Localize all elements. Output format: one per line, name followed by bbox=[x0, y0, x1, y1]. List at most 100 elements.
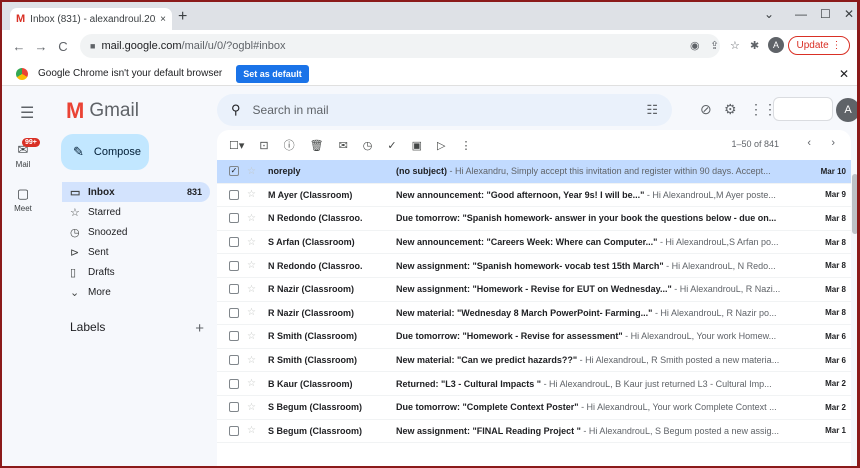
row-checkbox[interactable] bbox=[229, 425, 239, 436]
row-checkbox[interactable] bbox=[229, 355, 239, 366]
eye-icon[interactable]: ◉ bbox=[690, 39, 700, 52]
email-row[interactable]: ☆ S Arfan (Classroom) New announcement: "C… bbox=[217, 231, 851, 255]
search-options-icon[interactable]: ☷ bbox=[646, 102, 658, 118]
share-icon[interactable]: ⇪ bbox=[710, 39, 719, 52]
scrollbar[interactable] bbox=[852, 174, 857, 234]
star-icon[interactable]: ☆ bbox=[247, 425, 261, 436]
email-row[interactable]: ☆ R Smith (Classroom) New material: "Can w… bbox=[217, 349, 851, 373]
back-icon[interactable]: ← bbox=[8, 39, 30, 54]
tab-close-icon[interactable]: × bbox=[160, 14, 166, 25]
row-checkbox[interactable]: ✓ bbox=[229, 166, 239, 177]
rail-meet[interactable]: ▢ Meet bbox=[2, 186, 44, 213]
main-menu-icon[interactable]: ☰ bbox=[20, 103, 34, 123]
nav-more[interactable]: ⌄ More bbox=[62, 282, 210, 302]
email-preview: - Hi AlexandrouL, R Nazi... bbox=[671, 284, 781, 295]
row-checkbox[interactable] bbox=[229, 378, 239, 389]
row-checkbox[interactable] bbox=[229, 307, 239, 318]
star-icon[interactable]: ☆ bbox=[247, 260, 261, 271]
minimize-button[interactable]: — bbox=[795, 7, 807, 21]
star-icon[interactable]: ☆ bbox=[247, 237, 261, 248]
more-options-icon[interactable]: ⋮ bbox=[461, 139, 472, 152]
row-checkbox[interactable] bbox=[229, 189, 239, 200]
help-icon[interactable]: ⊘ bbox=[700, 101, 712, 118]
row-checkbox[interactable] bbox=[229, 284, 239, 295]
set-as-default-button[interactable]: Set as default bbox=[236, 64, 309, 83]
nav-drafts[interactable]: ▯ Drafts bbox=[62, 262, 210, 282]
row-checkbox[interactable] bbox=[229, 237, 239, 248]
star-icon[interactable]: ☆ bbox=[247, 378, 261, 389]
snooze-icon[interactable]: ◷ bbox=[363, 139, 373, 152]
search-bar[interactable]: ⚲ Search in mail ☷ bbox=[217, 94, 672, 126]
email-row[interactable]: ☆ B Kaur (Classroom) Returned: "L3 - Cultu… bbox=[217, 372, 851, 396]
label-icon[interactable]: ▷ bbox=[437, 139, 445, 152]
next-page-icon[interactable]: › bbox=[831, 137, 835, 149]
send-icon: ⊳ bbox=[70, 246, 80, 259]
select-all-checkbox-icon[interactable]: ☐▾ bbox=[229, 139, 244, 152]
star-icon[interactable]: ☆ bbox=[247, 402, 261, 413]
tab-search-icon[interactable]: ⌄ bbox=[764, 7, 774, 21]
infobar-close-icon[interactable]: ✕ bbox=[839, 67, 849, 81]
maximize-button[interactable]: ☐ bbox=[820, 7, 831, 21]
star-icon[interactable]: ☆ bbox=[247, 189, 261, 200]
email-row[interactable]: ☆ N Redondo (Classroo. New assignment: "Sp… bbox=[217, 254, 851, 278]
report-spam-icon[interactable]: ⓘ bbox=[284, 137, 295, 153]
add-label-button[interactable]: + bbox=[195, 320, 204, 337]
delete-icon[interactable]: 🗑 bbox=[310, 139, 324, 152]
gmail-logo[interactable]: M Gmail bbox=[66, 98, 139, 124]
reload-icon[interactable]: C bbox=[52, 39, 74, 54]
email-row[interactable]: ✓ ☆ noreply (no subject) - Hi Alexandru, Si… bbox=[217, 160, 851, 184]
star-icon[interactable]: ☆ bbox=[247, 166, 261, 177]
email-snippet: Due tomorrow: "Homework - Revise for ass… bbox=[396, 331, 800, 341]
chrome-icon bbox=[16, 67, 28, 80]
compose-label: Compose bbox=[93, 146, 141, 158]
email-row[interactable]: ☆ R Nazir (Classroom) New assignment: "Hom… bbox=[217, 278, 851, 302]
close-window-button[interactable]: ✕ bbox=[844, 7, 854, 21]
row-checkbox[interactable] bbox=[229, 213, 239, 224]
row-checkbox[interactable] bbox=[229, 402, 239, 413]
account-avatar[interactable]: A bbox=[836, 98, 857, 122]
email-row[interactable]: ☆ M Ayer (Classroom) New announcement: "Go… bbox=[217, 184, 851, 208]
search-input[interactable]: Search in mail bbox=[253, 103, 647, 117]
email-subject: New announcement: "Good afternoon, Year … bbox=[396, 189, 645, 200]
star-icon[interactable]: ☆ bbox=[247, 284, 261, 295]
extensions-icon[interactable]: ✱ bbox=[750, 39, 759, 52]
star-icon[interactable]: ☆ bbox=[247, 213, 261, 224]
pagination-text: 1–50 of 841 bbox=[731, 139, 779, 149]
move-to-icon[interactable]: ▣ bbox=[412, 139, 422, 152]
star-icon[interactable]: ☆ bbox=[247, 331, 261, 342]
forward-icon[interactable]: → bbox=[30, 39, 52, 54]
prev-page-icon[interactable]: ‹ bbox=[807, 137, 811, 149]
email-row[interactable]: ☆ S Begum (Classroom) Due tomorrow: "Compl… bbox=[217, 396, 851, 420]
email-row[interactable]: ☆ R Nazir (Classroom) New material: "Wedne… bbox=[217, 302, 851, 326]
compose-button[interactable]: ✎ Compose bbox=[61, 134, 149, 170]
nav-starred[interactable]: ☆ Starred bbox=[62, 202, 210, 222]
update-button[interactable]: Update ⋮ bbox=[788, 36, 850, 55]
email-sender: B Kaur (Classroom) bbox=[268, 378, 353, 389]
gmail-favicon-icon: M bbox=[16, 13, 26, 25]
labels-heading: Labels bbox=[70, 320, 106, 334]
nav-sent[interactable]: ⊳ Sent bbox=[62, 242, 210, 262]
bookmark-star-icon[interactable]: ☆ bbox=[730, 39, 740, 52]
tab-gmail-inbox[interactable]: M Inbox (831) - alexandroul.2020t × bbox=[10, 8, 172, 30]
settings-gear-icon[interactable]: ⚙ bbox=[724, 101, 737, 118]
email-row[interactable]: ☆ R Smith (Classroom) Due tomorrow: "Homew… bbox=[217, 325, 851, 349]
row-checkbox[interactable] bbox=[229, 331, 239, 342]
add-task-icon[interactable]: ✓ bbox=[387, 139, 396, 152]
email-snippet: New material: "Wednesday 8 March PowerPo… bbox=[396, 308, 800, 318]
nav-label: Starred bbox=[88, 206, 121, 218]
star-icon[interactable]: ☆ bbox=[247, 307, 261, 318]
email-row[interactable]: ☆ S Begum (Classroom) New assignment: "FIN… bbox=[217, 420, 851, 444]
nav-inbox[interactable]: ▭ Inbox 831 bbox=[62, 182, 210, 202]
new-tab-button[interactable]: + bbox=[178, 8, 187, 26]
nav-snoozed[interactable]: ◷ Snoozed bbox=[62, 222, 210, 242]
email-row[interactable]: ☆ N Redondo (Classroo. Due tomorrow: "Span… bbox=[217, 207, 851, 231]
account-switcher[interactable] bbox=[773, 97, 833, 121]
star-icon[interactable]: ☆ bbox=[247, 355, 261, 366]
mark-read-icon[interactable]: ✉ bbox=[339, 139, 348, 152]
pencil-icon: ✎ bbox=[73, 144, 84, 159]
search-icon[interactable]: ⚲ bbox=[231, 102, 241, 118]
browser-profile-avatar[interactable]: A bbox=[768, 37, 784, 53]
archive-icon[interactable]: ⊡ bbox=[259, 139, 268, 152]
row-checkbox[interactable] bbox=[229, 260, 239, 271]
address-bar[interactable]: ■ mail.google.com/mail/u/0/?ogbl#inbox bbox=[80, 34, 720, 58]
